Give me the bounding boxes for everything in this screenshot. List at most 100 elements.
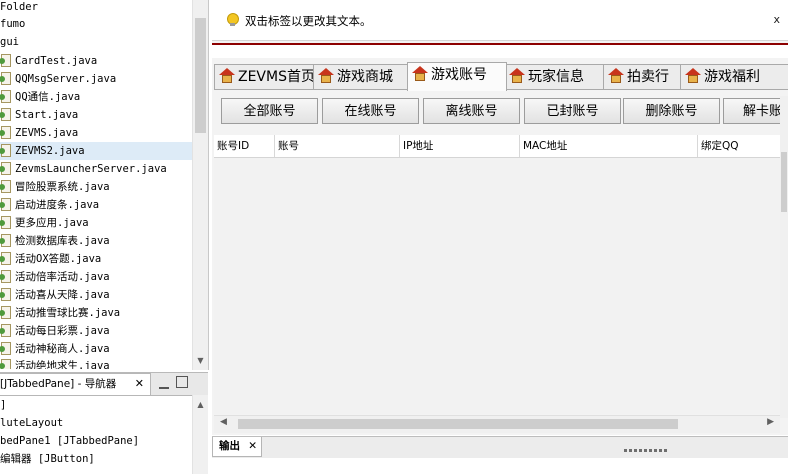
tree-item-java[interactable]: 活动喜从天降.java	[0, 286, 110, 304]
all-accounts-button[interactable]: 全部账号	[221, 98, 318, 124]
unstuck-account-button[interactable]: 解卡账号	[723, 98, 788, 124]
close-icon[interactable]: x	[773, 13, 780, 26]
house-icon	[412, 66, 428, 81]
tree-item-java[interactable]: QQMsgServer.java	[0, 70, 116, 88]
tree-item-label: 活动OX答题.java	[15, 253, 102, 265]
scroll-up-arrow-icon[interactable]: ▲	[193, 398, 208, 412]
tab-game-mall[interactable]: 游戏商城	[313, 64, 411, 89]
tree-item-label: Start.java	[15, 109, 79, 121]
tree-item-java[interactable]: 活动倍率活动.java	[0, 268, 110, 286]
tab-game-accounts[interactable]: 游戏账号	[407, 62, 507, 91]
java-file-icon	[0, 324, 11, 337]
tree-item-label: 活动绝地求生.java	[15, 360, 110, 369]
tab-zevms-home[interactable]: ZEVMS首页	[214, 64, 316, 89]
tree-item-label: QQ通信.java	[15, 91, 81, 103]
online-accounts-button[interactable]: 在线账号	[322, 98, 419, 124]
tree-item-label: 活动神秘商人.java	[15, 343, 110, 355]
tree-item-java[interactable]: 活动推雪球比赛.java	[0, 304, 120, 322]
tab-label: 游戏账号	[431, 67, 487, 83]
navigator-item[interactable]: ]	[0, 396, 6, 414]
close-icon[interactable]: ✕	[248, 437, 257, 456]
designer-vertical-scrollbar[interactable]	[780, 96, 788, 418]
house-icon	[509, 68, 525, 83]
scrollbar-thumb[interactable]	[238, 419, 678, 429]
navigator-item[interactable]: luteLayout	[0, 414, 63, 432]
java-file-icon	[0, 108, 11, 121]
hint-message-bar: 双击标签以更改其文本。 x	[212, 0, 788, 41]
tab-game-welfare[interactable]: 游戏福利	[680, 64, 788, 89]
java-file-icon	[0, 126, 11, 139]
lightbulb-icon	[227, 13, 239, 26]
tree-item-label: 活动喜从天降.java	[15, 289, 110, 301]
tree-item-label: ZevmsLauncherServer.java	[15, 163, 167, 175]
column-header-account-id[interactable]: 账号ID	[214, 135, 275, 157]
scroll-down-arrow-icon[interactable]: ▼	[193, 354, 208, 368]
output-content[interactable]	[212, 458, 788, 474]
accounts-table-body[interactable]	[214, 158, 780, 414]
tree-item-folder[interactable]: Folder	[0, 0, 38, 16]
tree-item-java[interactable]: 更多应用.java	[0, 214, 89, 232]
navigator-tab-label: [JTabbedPane] - 导航器	[0, 378, 117, 390]
tree-item-label: fumo	[0, 18, 26, 30]
column-header-bound-qq[interactable]: 绑定QQ	[698, 135, 780, 157]
tree-item-java[interactable]: ZevmsLauncherServer.java	[0, 160, 167, 178]
tree-item-java[interactable]: 活动绝地求生.java	[0, 357, 110, 369]
tree-item-label: QQMsgServer.java	[15, 73, 117, 85]
house-icon	[608, 68, 624, 83]
offline-accounts-button[interactable]: 离线账号	[423, 98, 520, 124]
java-file-icon	[0, 180, 11, 193]
column-header-ip-address[interactable]: IP地址	[400, 135, 520, 157]
navigator-tab[interactable]: [JTabbedPane] - 导航器 ✕	[0, 373, 151, 396]
tab-player-info[interactable]: 玩家信息	[504, 64, 606, 89]
tree-item-java-selected[interactable]: ZEVMS2.java	[0, 142, 192, 160]
tree-item-fumo[interactable]: fumo	[0, 15, 25, 33]
scrollbar-thumb[interactable]	[781, 152, 787, 212]
maximize-icon[interactable]	[176, 376, 188, 388]
java-file-icon	[0, 90, 11, 103]
tree-item-java[interactable]: 启动进度条.java	[0, 196, 99, 214]
java-file-icon	[0, 252, 11, 265]
tree-item-label: 启动进度条.java	[15, 199, 100, 211]
delete-account-button[interactable]: 删除账号	[623, 98, 720, 124]
tree-item-java[interactable]: 活动神秘商人.java	[0, 340, 110, 358]
scroll-left-arrow-icon[interactable]: ◀	[220, 417, 227, 427]
scrollbar-thumb[interactable]	[195, 18, 206, 133]
navigator-item[interactable]: 编辑器 [JButton]	[0, 450, 95, 468]
java-file-icon	[0, 162, 11, 175]
tabbed-pane: ZEVMS首页 游戏商城 游戏账号 玩家信息 拍卖行 游戏福利	[214, 62, 788, 91]
tree-item-java[interactable]: 活动每日彩票.java	[0, 322, 110, 340]
java-file-icon	[0, 216, 11, 229]
tree-item-java[interactable]: QQ通信.java	[0, 88, 80, 106]
minimize-icon[interactable]	[156, 377, 172, 391]
tree-item-label: gui	[0, 36, 19, 48]
tab-label: ZEVMS首页	[238, 69, 315, 85]
tree-item-java[interactable]: CardTest.java	[0, 52, 97, 70]
account-button-row: 全部账号 在线账号 离线账号 已封账号 删除账号 解卡账号	[212, 96, 788, 130]
tree-item-gui[interactable]: gui	[0, 33, 19, 51]
navigator-item[interactable]: bedPane1 [JTabbedPane]	[0, 432, 139, 450]
tree-item-label: ZEVMS2.java	[15, 145, 85, 157]
tab-label: 游戏福利	[704, 69, 760, 85]
java-file-icon	[0, 270, 11, 283]
column-header-mac-address[interactable]: MAC地址	[520, 135, 698, 157]
tab-auction-house[interactable]: 拍卖行	[603, 64, 683, 89]
tree-item-label: 活动每日彩票.java	[15, 325, 110, 337]
tab-label: 游戏商城	[337, 69, 393, 85]
navigator-vertical-scrollbar[interactable]: ▲	[192, 395, 208, 474]
column-header-account[interactable]: 账号	[275, 135, 400, 157]
output-tab-label: 输出	[219, 440, 240, 452]
tree-vertical-scrollbar[interactable]: ▼	[192, 0, 208, 370]
tree-item-label: Folder	[0, 1, 38, 13]
tree-item-java[interactable]: ZEVMS.java	[0, 124, 78, 142]
tree-item-java[interactable]: 冒险股票系统.java	[0, 178, 110, 196]
scroll-right-arrow-icon[interactable]: ▶	[767, 417, 774, 427]
output-tab[interactable]: 输出 ✕	[212, 437, 262, 457]
banned-accounts-button[interactable]: 已封账号	[524, 98, 621, 124]
close-icon[interactable]: ✕	[135, 374, 144, 394]
designer-horizontal-scrollbar[interactable]: ◀ ▶	[214, 415, 780, 433]
tree-item-java[interactable]: 检测数据库表.java	[0, 232, 110, 250]
tree-item-java[interactable]: 活动OX答题.java	[0, 250, 101, 268]
form-frame-top	[212, 45, 788, 58]
tree-item-java[interactable]: Start.java	[0, 106, 78, 124]
tree-item-label: CardTest.java	[15, 55, 98, 67]
